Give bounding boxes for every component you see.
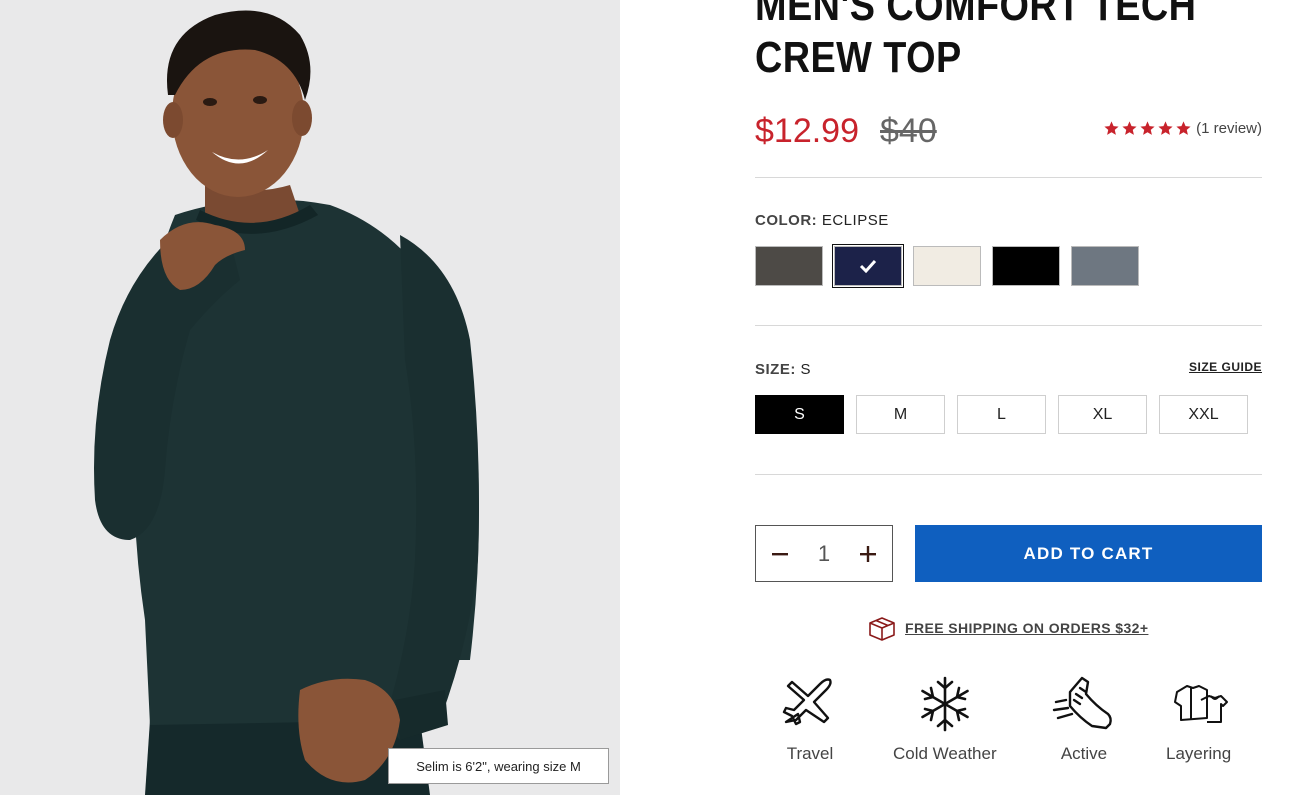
color-swatch[interactable] — [832, 244, 904, 288]
feature-label: Cold Weather — [893, 744, 997, 763]
star-icon — [1122, 121, 1137, 135]
original-price: $40 — [880, 112, 937, 150]
size-label: SIZE: S — [755, 361, 811, 378]
feature-cold-weather: Cold Weather — [893, 672, 997, 764]
model-illustration — [0, 0, 620, 795]
feature-label: Travel — [786, 744, 834, 763]
feature-label: Layering — [1166, 744, 1232, 763]
free-shipping-banner[interactable]: FREE SHIPPING ON ORDERS $32+ — [868, 615, 1148, 641]
divider — [755, 474, 1262, 475]
feature-active: Active — [1052, 672, 1116, 764]
increase-quantity-button[interactable] — [858, 544, 878, 564]
star-icon — [1176, 121, 1191, 135]
feature-travel: Travel — [778, 672, 842, 764]
quantity-stepper: 1 — [755, 525, 893, 582]
star-icon — [1104, 121, 1119, 135]
size-option-button[interactable]: S — [755, 395, 844, 434]
star-icon — [1140, 121, 1155, 135]
sale-price: $12.99 — [755, 112, 859, 150]
color-swatch[interactable] — [755, 246, 823, 286]
size-guide-link[interactable]: SIZE GUIDE — [1189, 360, 1262, 374]
size-option-button[interactable]: XXL — [1159, 395, 1248, 434]
star-rating — [1103, 120, 1192, 137]
size-label-key: SIZE: — [755, 361, 796, 378]
quantity-value[interactable]: 1 — [818, 541, 830, 567]
feature-label: Active — [1060, 744, 1108, 763]
model-size-caption: Selim is 6'2", wearing size M — [388, 748, 609, 784]
price-row: $12.99 $40 (1 review) — [755, 112, 1262, 158]
color-swatch[interactable] — [913, 246, 981, 286]
snowflake-icon — [921, 676, 969, 732]
feature-layering: Layering — [1166, 672, 1231, 764]
rating-summary[interactable]: (1 review) — [1103, 120, 1262, 137]
decrease-quantity-button[interactable] — [770, 544, 790, 564]
star-icon — [1158, 121, 1173, 135]
size-option-button[interactable]: L — [957, 395, 1046, 434]
layering-icon — [1173, 685, 1228, 723]
size-option-button[interactable]: M — [856, 395, 945, 434]
airplane-icon — [782, 678, 832, 726]
color-swatch[interactable] — [1071, 246, 1139, 286]
selected-color-name: ECLIPSE — [821, 212, 889, 229]
free-shipping-link[interactable]: FREE SHIPPING ON ORDERS $32+ — [905, 620, 1148, 636]
color-label: COLOR: ECLIPSE — [755, 212, 889, 229]
product-title: Men's Comfort Tech Crew Top — [755, 0, 1197, 82]
color-swatches — [755, 244, 1139, 288]
color-label-key: COLOR: — [755, 212, 818, 229]
checkmark-icon — [859, 259, 877, 273]
divider — [755, 177, 1262, 178]
package-icon — [869, 617, 895, 641]
sneaker-icon — [1052, 676, 1112, 730]
plus-icon — [860, 545, 876, 562]
minus-icon — [772, 552, 788, 555]
color-swatch[interactable] — [992, 246, 1060, 286]
size-option-button[interactable]: XL — [1058, 395, 1147, 434]
size-options: S M L XL XXL — [755, 395, 1248, 434]
selected-size-name: S — [800, 361, 812, 378]
product-image[interactable]: Selim is 6'2", wearing size M — [0, 0, 620, 795]
add-to-cart-button[interactable]: ADD TO CART — [915, 525, 1262, 582]
review-count-link[interactable]: (1 review) — [1196, 120, 1262, 137]
feature-icons: Travel Cold Weather Active Layering — [755, 672, 1262, 772]
divider — [755, 325, 1262, 326]
